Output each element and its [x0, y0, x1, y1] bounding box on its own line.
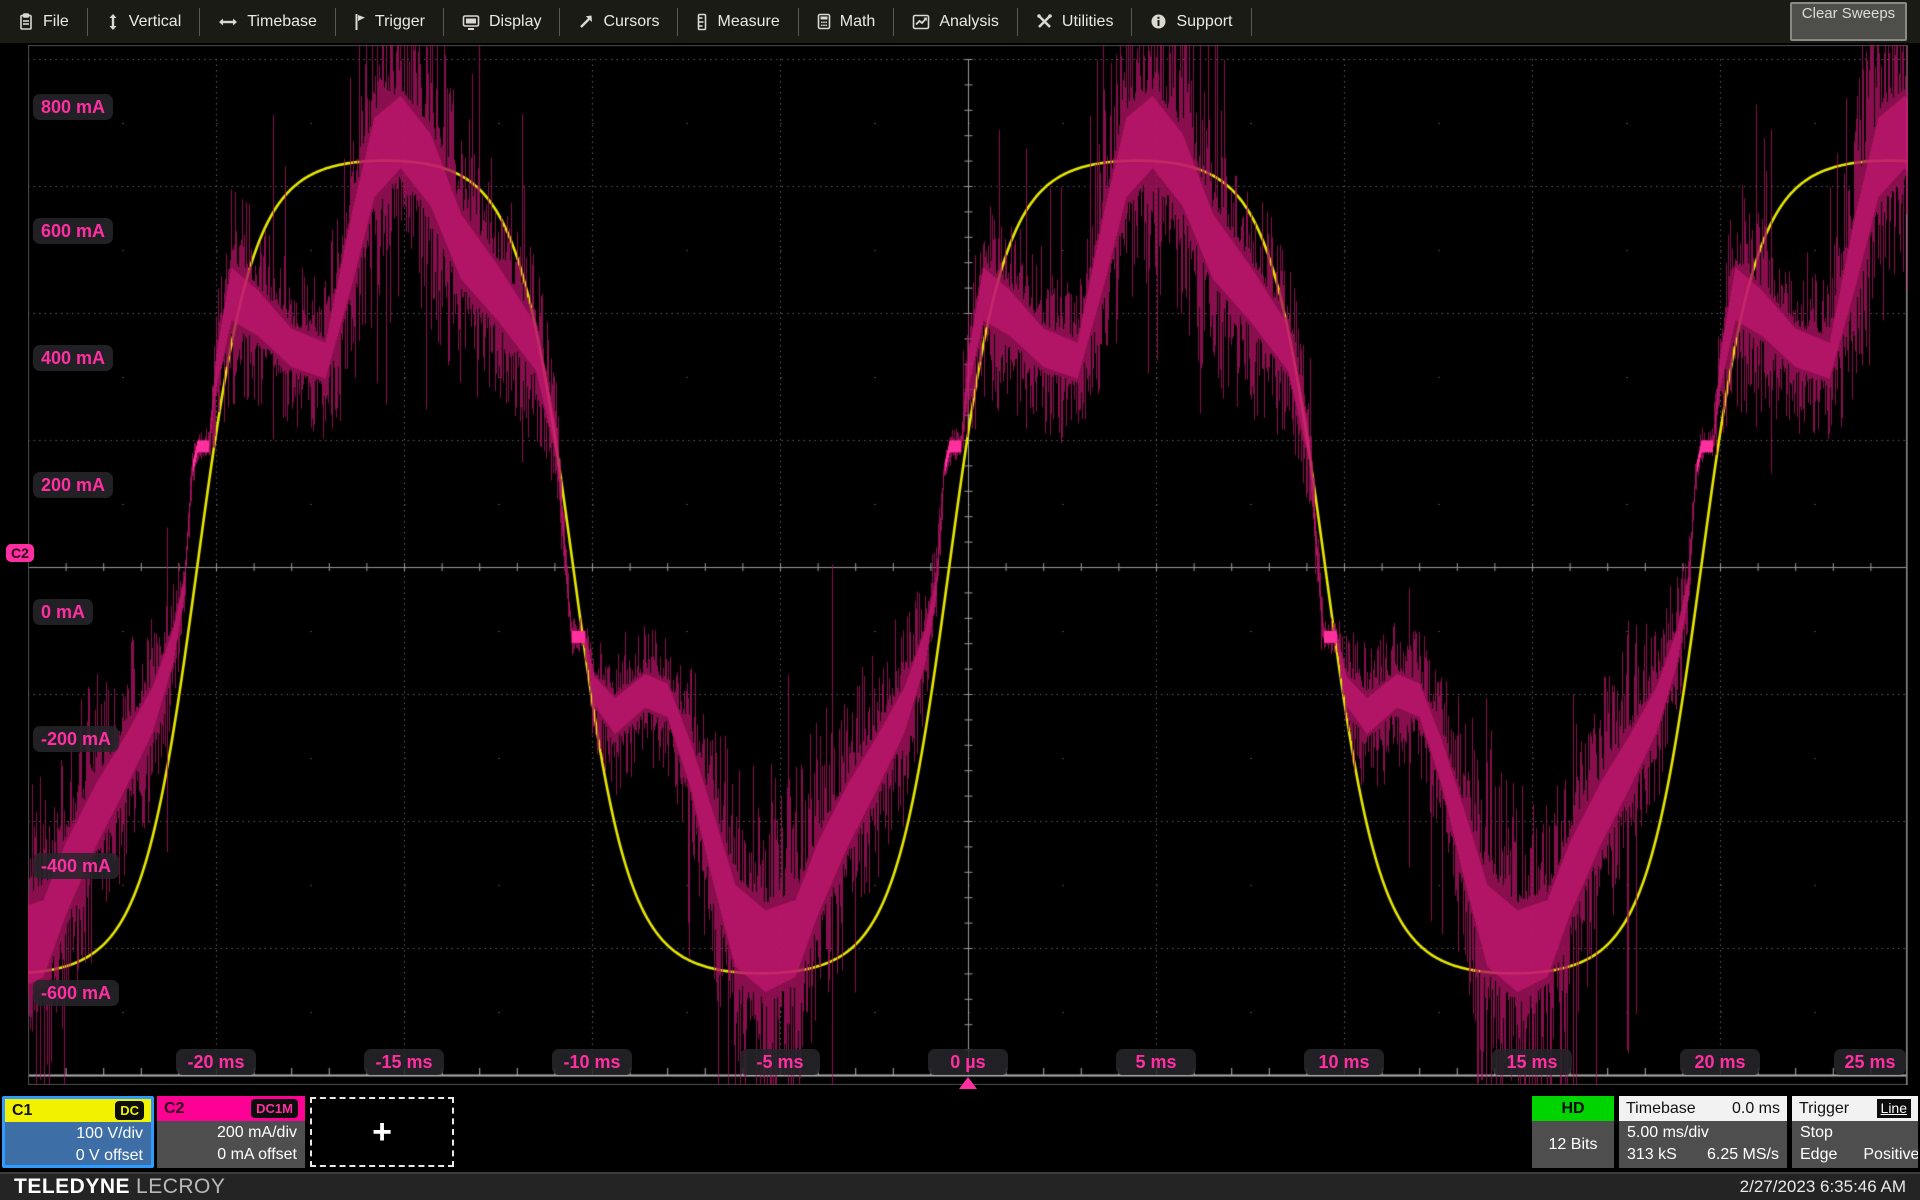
- waveform-canvas[interactable]: [28, 45, 1908, 1085]
- channel-c1-descriptor[interactable]: C1 DC 100 V/div 0 V offset: [2, 1096, 154, 1168]
- menu-label: File: [43, 13, 69, 31]
- x-axis-label: 15 ms: [1492, 1049, 1572, 1075]
- timebase-rate: 6.25 MS/s: [1707, 1144, 1779, 1166]
- y-axis-label: -200 mA: [33, 726, 119, 752]
- x-axis-label: 25 ms: [1834, 1049, 1906, 1075]
- channel-c1-offset: 0 V offset: [13, 1145, 143, 1167]
- monitor-icon: [462, 14, 480, 30]
- hd-mode-label: HD: [1561, 1100, 1584, 1118]
- channel-c2-offset: 0 mA offset: [165, 1144, 297, 1166]
- x-axis-label: 20 ms: [1680, 1049, 1760, 1075]
- x-axis-label: -5 ms: [740, 1049, 820, 1075]
- x-axis-label: 10 ms: [1304, 1049, 1384, 1075]
- menu-label: Trigger: [375, 13, 425, 31]
- timebase-descriptor[interactable]: Timebase 0.0 ms 5.00 ms/div 313 kS 6.25 …: [1619, 1096, 1787, 1168]
- y-axis-label: 200 mA: [33, 472, 113, 498]
- file-icon: [18, 13, 34, 31]
- add-channel-button[interactable]: +: [310, 1097, 454, 1167]
- menu-label: Timebase: [247, 13, 317, 31]
- brand-teledyne: TELEDYNE: [14, 1175, 130, 1198]
- menu-label: Utilities: [1062, 13, 1114, 31]
- menu-label: Math: [840, 13, 876, 31]
- menu-bar: File Vertical Timebase Trigger Display C…: [0, 0, 1920, 43]
- trigger-type: Edge: [1800, 1144, 1837, 1166]
- timebase-samples: 313 kS: [1627, 1144, 1677, 1166]
- flag-icon: [354, 13, 366, 31]
- channel-c2-coupling-badge: DC1M: [251, 1099, 298, 1118]
- status-footer: TELEDYNE LECROY 2/27/2023 6:35:46 AM: [0, 1172, 1920, 1200]
- vertical-arrows-icon: [106, 13, 120, 31]
- trigger-mode: Stop: [1800, 1122, 1833, 1144]
- menu-analysis[interactable]: Analysis: [894, 8, 1018, 36]
- menu-trigger[interactable]: Trigger: [336, 8, 444, 36]
- trigger-source-badge: Line: [1877, 1099, 1911, 1118]
- timebase-scale: 5.00 ms/div: [1627, 1122, 1709, 1144]
- y-axis-label: 400 mA: [33, 345, 113, 371]
- menu-label: Analysis: [939, 13, 999, 31]
- trigger-descriptor[interactable]: Trigger Line Stop Edge Positive: [1792, 1096, 1918, 1168]
- channel-c2-scale: 200 mA/div: [165, 1122, 297, 1144]
- trigger-position-marker[interactable]: [959, 1077, 977, 1089]
- menu-file[interactable]: File: [0, 8, 88, 36]
- trigger-slope: Positive: [1863, 1144, 1918, 1166]
- chart-icon: [912, 14, 930, 30]
- y-axis-label: -400 mA: [33, 853, 119, 879]
- menu-math[interactable]: Math: [799, 8, 895, 36]
- waveform-graticule[interactable]: 800 mA 600 mA 400 mA 200 mA 0 mA -200 mA…: [28, 45, 1908, 1085]
- channel-c2-zero-marker[interactable]: C2: [6, 544, 34, 562]
- menu-timebase[interactable]: Timebase: [200, 8, 336, 36]
- y-axis-label: -600 mA: [33, 980, 119, 1006]
- menu-label: Support: [1176, 13, 1232, 31]
- ruler-icon: [696, 13, 708, 31]
- menu-display[interactable]: Display: [444, 8, 560, 36]
- x-axis-label: 0 µs: [928, 1049, 1008, 1075]
- x-axis-label: -15 ms: [364, 1049, 444, 1075]
- timebase-title: Timebase: [1626, 1100, 1696, 1118]
- clear-sweeps-button[interactable]: Clear Sweeps: [1790, 2, 1907, 41]
- menu-utilities[interactable]: Utilities: [1018, 8, 1133, 36]
- channel-c2-descriptor[interactable]: C2 DC1M 200 mA/div 0 mA offset: [157, 1096, 305, 1168]
- y-axis-label: 600 mA: [33, 218, 113, 244]
- trigger-title: Trigger: [1799, 1100, 1849, 1118]
- hd-bits-label: 12 Bits: [1549, 1136, 1598, 1154]
- channel-c1-coupling-badge: DC: [115, 1101, 144, 1120]
- menu-cursors[interactable]: Cursors: [560, 8, 678, 36]
- channel-c2-label: C2: [164, 1100, 184, 1118]
- horizontal-arrows-icon: [218, 15, 238, 29]
- tools-icon: [1036, 13, 1053, 30]
- y-axis-label: 800 mA: [33, 94, 113, 120]
- timebase-offset: 0.0 ms: [1732, 1100, 1780, 1118]
- diagonal-arrow-icon: [578, 14, 594, 30]
- menu-label: Vertical: [129, 13, 181, 31]
- menu-label: Measure: [717, 13, 779, 31]
- menu-measure[interactable]: Measure: [678, 8, 798, 36]
- brand-lecroy: LECROY: [136, 1175, 225, 1198]
- menu-support[interactable]: Support: [1132, 8, 1251, 36]
- calculator-icon: [817, 13, 831, 30]
- channel-c1-scale: 100 V/div: [13, 1123, 143, 1145]
- brand-logo: TELEDYNE LECROY: [14, 1175, 225, 1199]
- datetime-label: 2/27/2023 6:35:46 AM: [1740, 1177, 1906, 1197]
- menu-vertical[interactable]: Vertical: [88, 8, 200, 36]
- menu-label: Display: [489, 13, 541, 31]
- channel-c1-label: C1: [12, 1102, 32, 1120]
- x-axis-label: 5 ms: [1116, 1049, 1196, 1075]
- x-axis-label: -10 ms: [552, 1049, 632, 1075]
- acquisition-hd-descriptor[interactable]: HD 12 Bits: [1532, 1096, 1614, 1168]
- info-icon: [1150, 13, 1167, 30]
- x-axis-label: -20 ms: [176, 1049, 256, 1075]
- menu-label: Cursors: [603, 13, 659, 31]
- y-axis-label: 0 mA: [33, 599, 93, 625]
